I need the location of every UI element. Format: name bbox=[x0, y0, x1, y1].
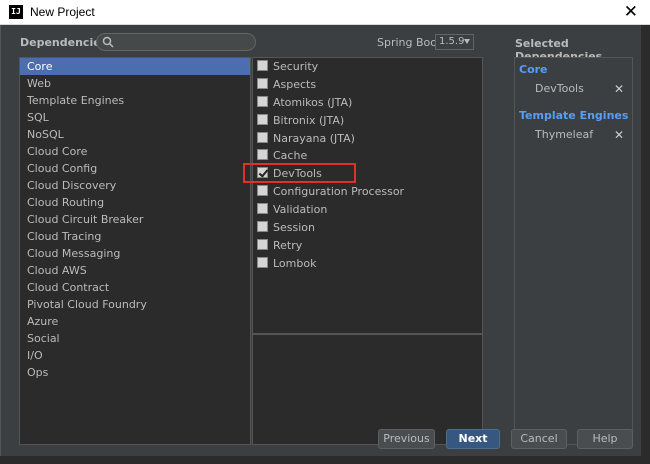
remove-icon[interactable]: ✕ bbox=[614, 125, 624, 145]
category-item-sql[interactable]: SQL bbox=[20, 109, 250, 126]
selected-item-devtools: DevTools ✕ bbox=[515, 79, 632, 99]
dependency-item-atomikos[interactable]: Atomikos (JTA) bbox=[253, 94, 482, 112]
dependency-item-aspects[interactable]: Aspects bbox=[253, 76, 482, 94]
background-strip bbox=[0, 456, 650, 464]
dependency-item-retry[interactable]: Retry bbox=[253, 237, 482, 255]
category-item-cloud-contract[interactable]: Cloud Contract bbox=[20, 279, 250, 296]
search-field[interactable] bbox=[96, 33, 256, 51]
category-item-azure[interactable]: Azure bbox=[20, 313, 250, 330]
spring-boot-version-value: 1.5.9 bbox=[439, 36, 465, 47]
selected-item-thymeleaf: Thymeleaf ✕ bbox=[515, 125, 632, 145]
selected-group-template-engines: Template Engines bbox=[519, 109, 629, 122]
dependency-item-lombok[interactable]: Lombok bbox=[253, 255, 482, 273]
dependency-item-devtools[interactable]: DevTools bbox=[253, 165, 482, 183]
category-item-social[interactable]: Social bbox=[20, 330, 250, 347]
dependency-checkbox[interactable] bbox=[257, 256, 268, 268]
category-item-cloud-circuit-breaker[interactable]: Cloud Circuit Breaker bbox=[20, 211, 250, 228]
dependency-checkbox[interactable] bbox=[257, 60, 268, 71]
dependency-checkbox[interactable] bbox=[257, 95, 268, 107]
category-item-cloud-tracing[interactable]: Cloud Tracing bbox=[20, 228, 250, 245]
category-item-ops[interactable]: Ops bbox=[20, 364, 250, 381]
dependency-item-validation[interactable]: Validation bbox=[253, 201, 482, 219]
category-item-cloud-messaging[interactable]: Cloud Messaging bbox=[20, 245, 250, 262]
dependency-item-cache[interactable]: Cache bbox=[253, 147, 482, 165]
window-title: New Project bbox=[30, 5, 95, 19]
dependency-checkbox[interactable] bbox=[257, 149, 268, 161]
category-item-cloud-core[interactable]: Cloud Core bbox=[20, 143, 250, 160]
category-item-nosql[interactable]: NoSQL bbox=[20, 126, 250, 143]
dependency-checkbox[interactable] bbox=[257, 131, 268, 143]
search-icon bbox=[102, 36, 114, 48]
dependency-list[interactable]: Security Aspects Atomikos (JTA) Bitronix… bbox=[252, 57, 483, 334]
new-project-dialog: Dependencies Spring Boot 1.5.9 Selected … bbox=[0, 25, 650, 464]
dependencies-label: Dependencies bbox=[20, 36, 108, 49]
dependency-checkbox[interactable] bbox=[257, 185, 268, 197]
cancel-button[interactable]: Cancel bbox=[511, 429, 567, 449]
close-window-button[interactable]: ✕ bbox=[624, 2, 638, 22]
category-list[interactable]: Core Web Template Engines SQL NoSQL Clou… bbox=[19, 57, 251, 445]
category-item-template-engines[interactable]: Template Engines bbox=[20, 92, 250, 109]
category-item-cloud-routing[interactable]: Cloud Routing bbox=[20, 194, 250, 211]
dependency-checkbox[interactable] bbox=[257, 203, 268, 215]
background-edge bbox=[641, 25, 650, 464]
previous-button[interactable]: Previous bbox=[378, 429, 435, 449]
dependency-checkbox[interactable] bbox=[257, 77, 268, 89]
category-item-io[interactable]: I/O bbox=[20, 347, 250, 364]
search-input[interactable] bbox=[117, 35, 251, 49]
dependency-item-session[interactable]: Session bbox=[253, 219, 482, 237]
category-item-pivotal-cloud-foundry[interactable]: Pivotal Cloud Foundry bbox=[20, 296, 250, 313]
intellij-icon: IJ bbox=[9, 5, 23, 19]
dependency-checkbox-checked[interactable] bbox=[257, 167, 268, 179]
chevron-down-icon bbox=[464, 39, 470, 44]
category-item-cloud-aws[interactable]: Cloud AWS bbox=[20, 262, 250, 279]
dependency-item-bitronix[interactable]: Bitronix (JTA) bbox=[253, 112, 482, 130]
next-button[interactable]: Next bbox=[446, 429, 500, 449]
dependency-item-narayana[interactable]: Narayana (JTA) bbox=[253, 130, 482, 148]
dependency-item-security[interactable]: Security bbox=[253, 58, 482, 76]
dependency-checkbox[interactable] bbox=[257, 221, 268, 233]
remove-icon[interactable]: ✕ bbox=[614, 79, 624, 99]
category-item-cloud-discovery[interactable]: Cloud Discovery bbox=[20, 177, 250, 194]
spring-boot-version-select[interactable]: 1.5.9 bbox=[435, 34, 474, 50]
category-item-web[interactable]: Web bbox=[20, 75, 250, 92]
dependency-item-configuration-processor[interactable]: Configuration Processor bbox=[253, 183, 482, 201]
category-item-cloud-config[interactable]: Cloud Config bbox=[20, 160, 250, 177]
selected-group-core: Core bbox=[519, 63, 548, 76]
dependency-checkbox[interactable] bbox=[257, 113, 268, 125]
window-title-bar: IJ New Project ✕ bbox=[0, 0, 650, 25]
selected-dependencies-panel: Core DevTools ✕ Template Engines Thymele… bbox=[514, 57, 633, 445]
dependency-checkbox[interactable] bbox=[257, 238, 268, 250]
spring-boot-label: Spring Boot bbox=[377, 36, 442, 49]
category-item-core[interactable]: Core bbox=[20, 58, 250, 75]
help-button[interactable]: Help bbox=[577, 429, 633, 449]
